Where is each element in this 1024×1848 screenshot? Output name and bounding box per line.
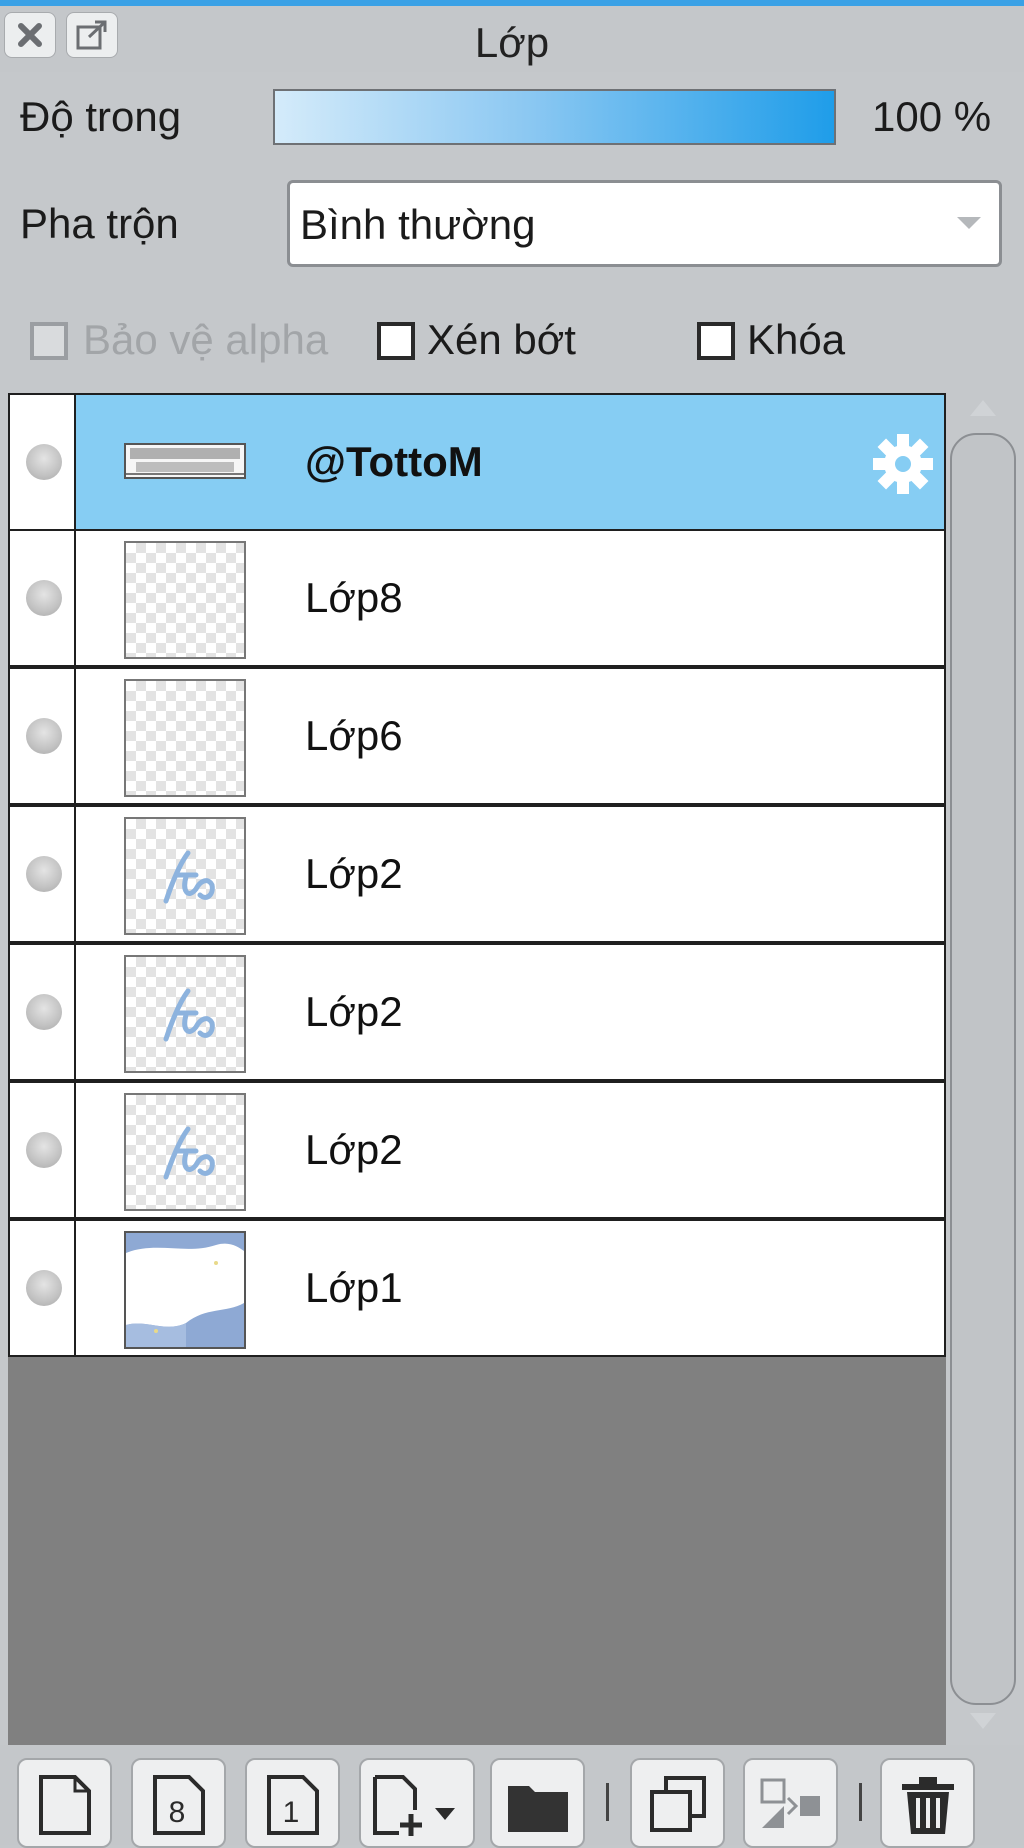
layer-row[interactable]: Lớp6 xyxy=(8,667,946,805)
layer-thumbnail xyxy=(124,1231,246,1349)
visibility-cell xyxy=(10,945,76,1079)
page-8bit-label: 8 xyxy=(168,1796,185,1829)
duplicate-layer-button[interactable] xyxy=(630,1758,725,1848)
gear-icon[interactable] xyxy=(872,433,934,495)
folder-icon xyxy=(507,1786,568,1832)
clip-checkbox[interactable] xyxy=(377,322,415,360)
page-1bit-icon: 1 xyxy=(266,1775,319,1835)
layer-thumbnail xyxy=(124,955,246,1073)
add-layer-dropdown-button[interactable] xyxy=(359,1758,475,1848)
blend-mode-value: Bình thường xyxy=(300,201,536,248)
layer-name: Lớp8 xyxy=(305,574,403,621)
visibility-cell xyxy=(10,395,76,529)
script-thumbnail-icon xyxy=(163,1126,215,1180)
visibility-toggle[interactable] xyxy=(26,1270,62,1306)
lock-label: Khóa xyxy=(747,316,846,363)
new-1bit-layer-button[interactable]: 1 xyxy=(245,1758,340,1848)
layer-row[interactable]: Lớp2 xyxy=(8,805,946,943)
blend-label: Pha trộn xyxy=(20,200,179,247)
layer-row[interactable]: Lớp2 xyxy=(8,943,946,1081)
visibility-toggle[interactable] xyxy=(26,994,62,1030)
layer-thumbnail xyxy=(124,1093,246,1211)
visibility-toggle[interactable] xyxy=(26,444,62,480)
page-8bit-icon: 8 xyxy=(152,1775,205,1835)
duplicate-icon xyxy=(649,1776,706,1832)
window-title: Lớp xyxy=(474,19,550,66)
toolbar-divider xyxy=(606,1783,609,1821)
clip-label: Xén bớt xyxy=(427,316,576,363)
layer-thumbnail xyxy=(124,817,246,935)
script-thumbnail-icon xyxy=(163,850,215,904)
trash-icon xyxy=(901,1777,954,1834)
opacity-label: Độ trong xyxy=(20,93,182,140)
blend-mode-select[interactable]: Bình thường xyxy=(287,180,1002,267)
visibility-toggle[interactable] xyxy=(26,1132,62,1168)
chevron-down-icon xyxy=(957,217,981,229)
layer-name: Lớp2 xyxy=(305,988,403,1035)
visibility-toggle[interactable] xyxy=(26,580,62,616)
layer-name: Lớp1 xyxy=(305,1264,403,1311)
visibility-cell xyxy=(10,807,76,941)
layer-name: Lớp2 xyxy=(305,850,403,897)
scroll-up-arrow-icon[interactable] xyxy=(970,398,996,416)
alpha-protect-label: Bảo vệ alpha xyxy=(83,316,329,363)
alpha-protect-checkbox[interactable] xyxy=(30,322,68,360)
visibility-cell xyxy=(10,669,76,803)
layer-thumbnail xyxy=(124,679,246,797)
visibility-toggle[interactable] xyxy=(26,856,62,892)
image-thumbnail-icon xyxy=(126,1233,244,1347)
layer-row[interactable]: @TottoM xyxy=(8,393,946,531)
merge-down-icon xyxy=(760,1778,820,1828)
lock-checkbox[interactable] xyxy=(697,322,735,360)
visibility-cell xyxy=(10,1083,76,1217)
script-thumbnail-icon xyxy=(163,988,215,1042)
scrollbar-thumb[interactable] xyxy=(950,433,1016,1705)
new-folder-button[interactable] xyxy=(490,1758,585,1848)
layer-row[interactable]: Lớp2 xyxy=(8,1081,946,1219)
layer-row[interactable]: Lớp1 xyxy=(8,1219,946,1357)
scroll-down-arrow-icon[interactable] xyxy=(970,1713,996,1731)
opacity-value: 100 % xyxy=(872,93,992,140)
page-1bit-label: 1 xyxy=(282,1796,299,1829)
toolbar-divider xyxy=(859,1783,862,1821)
layer-name: @TottoM xyxy=(305,438,483,485)
layer-thumbnail xyxy=(124,541,246,659)
new-layer-button[interactable] xyxy=(17,1758,112,1848)
layer-list: @TottoM Lớp8 Lớp6 Lớp2 Lớp2 Lớp2 Lớp1 xyxy=(8,393,946,1745)
opacity-slider[interactable] xyxy=(273,89,836,145)
layer-row[interactable]: Lớp8 xyxy=(8,529,946,667)
visibility-cell xyxy=(10,1221,76,1355)
new-8bit-layer-button[interactable]: 8 xyxy=(131,1758,226,1848)
merge-layer-button[interactable] xyxy=(743,1758,838,1848)
layer-name: Lớp6 xyxy=(305,712,403,759)
visibility-cell xyxy=(10,531,76,665)
text-thumbnail-icon xyxy=(126,448,244,475)
layer-name: Lớp2 xyxy=(305,1126,403,1173)
add-page-icon xyxy=(373,1775,455,1836)
new-page-icon xyxy=(38,1775,91,1835)
delete-layer-button[interactable] xyxy=(880,1758,975,1848)
layer-thumbnail xyxy=(124,443,246,479)
visibility-toggle[interactable] xyxy=(26,718,62,754)
